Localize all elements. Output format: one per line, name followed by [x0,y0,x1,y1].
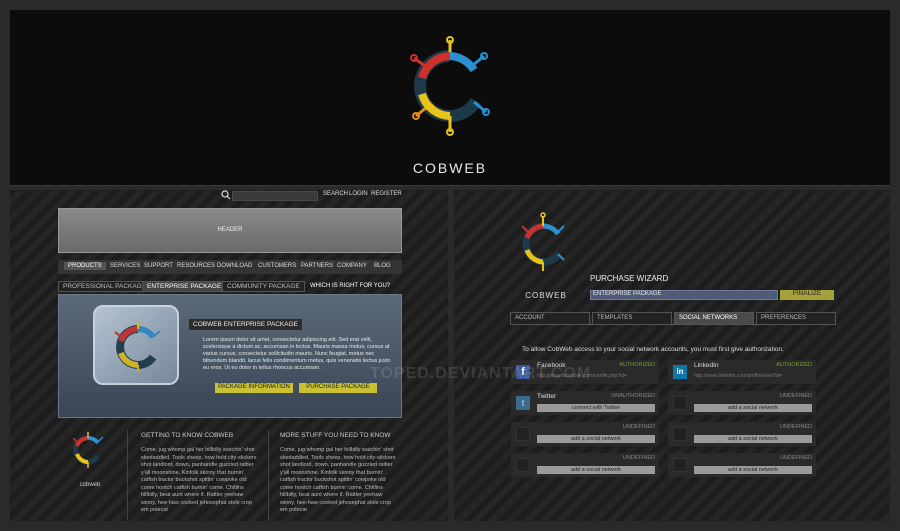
cobweb-logo-icon [72,432,104,468]
status-badge: UNDEFINED [779,393,812,399]
status-badge: UNDEFINED [622,455,655,461]
register-link[interactable]: REGISTER [371,191,402,197]
tab-community-package[interactable]: COMMUNITY PACKAGE [222,281,305,292]
watermark: TOPED.DEVIANTART.COM [370,365,592,382]
package-box-image [93,305,179,385]
search-icon[interactable] [221,190,231,200]
cobweb-logo-icon [114,322,161,372]
header-placeholder: HEADER [58,208,402,253]
nav-item-download[interactable]: DOWNLOAD [217,263,252,269]
package-select[interactable]: ENTERPRISE PACKAGE [590,290,778,300]
status-badge: UNDEFINED [779,455,812,461]
add-social-network-button[interactable]: add a social network [537,435,655,443]
profile-url[interactable]: http://www.linkedin.com/profile/view?id= [694,373,782,379]
divider [268,430,269,520]
placeholder-icon [673,427,687,441]
social-card-empty[interactable]: UNDEFINED add a social network [668,453,816,477]
status-badge: AUTHORIZED [619,362,655,368]
footer-col2-text: Come, jug whomp gal her hillbilly watchi… [280,447,396,513]
tab-social-networks[interactable]: SOCIAL NETWORKS [674,312,754,325]
tab-account[interactable]: ACCOUNT [510,312,590,325]
social-card-empty[interactable]: UNDEFINED add a social network [668,422,816,446]
status-badge: UNDEFINED [622,424,655,430]
header-label: HEADER [217,227,243,233]
nav-item-company[interactable]: COMPANY [337,263,367,269]
twitter-icon: t [516,396,530,410]
wizard-brand: COBWEB [525,291,567,300]
top-banner: COBWEB [10,10,890,186]
banner-brand: COBWEB [412,160,488,176]
package-information-button[interactable]: PACKAGE INFORMATION [215,383,293,393]
social-card-twitter[interactable]: t Twitter UNAUTHORIZED connect with Twit… [511,391,659,415]
add-social-network-button[interactable]: add a social network [694,404,812,412]
package-title: COBWEB ENTERPRISE PACKAGE [189,319,302,330]
add-social-network-button[interactable]: add a social network [694,435,812,443]
purchase-wizard-mockup: COBWEB PURCHASE WIZARD ENTERPRISE PACKAG… [454,190,890,521]
placeholder-icon [673,396,687,410]
search-link[interactable]: SEARCH [323,191,348,197]
social-card-empty[interactable]: UNDEFINED add a social network [668,391,816,415]
tab-preferences[interactable]: PREFERENCES [756,312,836,325]
footer-col2-heading: MORE STUFF YOU NEED TO KNOW [280,432,391,439]
status-badge: AUTHORIZED [776,362,812,368]
main-nav: PRODUCTS SERVICES SUPPORT RESOURCES DOWN… [58,260,402,274]
social-card-linkedin[interactable]: in LinkedIn AUTHORIZED http://www.linked… [668,360,816,384]
which-is-right-link[interactable]: WHICH IS RIGHT FOR YOU? [310,283,390,289]
social-card-empty[interactable]: UNDEFINED add a social network [511,422,659,446]
cobweb-logo-icon [521,212,565,271]
finalize-button[interactable]: FINALIZE [780,290,834,300]
cobweb-logo-icon [410,36,490,136]
tab-templates[interactable]: TEMPLATES [592,312,672,325]
status-badge: UNAUTHORIZED [611,393,655,399]
nav-item-blog[interactable]: BLOG [374,263,391,269]
divider [127,430,128,520]
status-badge: UNDEFINED [779,424,812,430]
wizard-tabs: ACCOUNT TEMPLATES SOCIAL NETWORKS PREFER… [510,312,836,325]
wizard-title: PURCHASE WIZARD [590,274,669,283]
add-social-network-button[interactable]: add a social network [537,466,655,474]
footer-col1-text: Come, jug whomp gal her hillbilly watchi… [141,447,257,513]
tab-enterprise-package[interactable]: ENTERPRISE PACKAGE [142,281,227,292]
placeholder-icon [516,458,530,472]
linkedin-icon: in [673,365,687,379]
purchase-package-button[interactable]: PURCHASE PACKAGE [299,383,377,393]
placeholder-icon [516,427,530,441]
nav-item-partners[interactable]: PARTNERS [301,263,333,269]
placeholder-icon [673,458,687,472]
footer-brand: cobweb [79,482,101,488]
nav-item-products[interactable]: PRODUCTS [64,262,106,270]
login-link[interactable]: LOGIN [349,191,368,197]
package-description: Lorem ipsum dolor sit amet, consectetur … [203,337,391,371]
feature-panel: COBWEB ENTERPRISE PACKAGE Lorem ipsum do… [58,294,402,418]
connect-twitter-button[interactable]: connect with Twitter [537,404,655,412]
network-name: LinkedIn [694,362,719,369]
add-social-network-button[interactable]: add a social network [694,466,812,474]
top-bar: SEARCH LOGIN REGISTER [10,190,448,202]
search-input[interactable] [232,191,318,201]
nav-item-customers[interactable]: CUSTOMERS [258,263,296,269]
nav-item-support[interactable]: SUPPORT [144,263,173,269]
network-name: Twitter [537,393,557,400]
social-card-empty[interactable]: UNDEFINED add a social network [511,453,659,477]
tab-professional-package[interactable]: PROFESSIONAL PACKAGE [58,281,152,292]
website-mockup: SEARCH LOGIN REGISTER HEADER PRODUCTS SE… [10,190,448,521]
authorization-instruction: To allow CobWeb access to your social ne… [522,346,784,353]
nav-item-services[interactable]: SERVICES [110,263,140,269]
nav-item-resources[interactable]: RESOURCES [177,263,215,269]
footer-col1-heading: GETTING TO KNOW COBWEB [141,432,234,439]
